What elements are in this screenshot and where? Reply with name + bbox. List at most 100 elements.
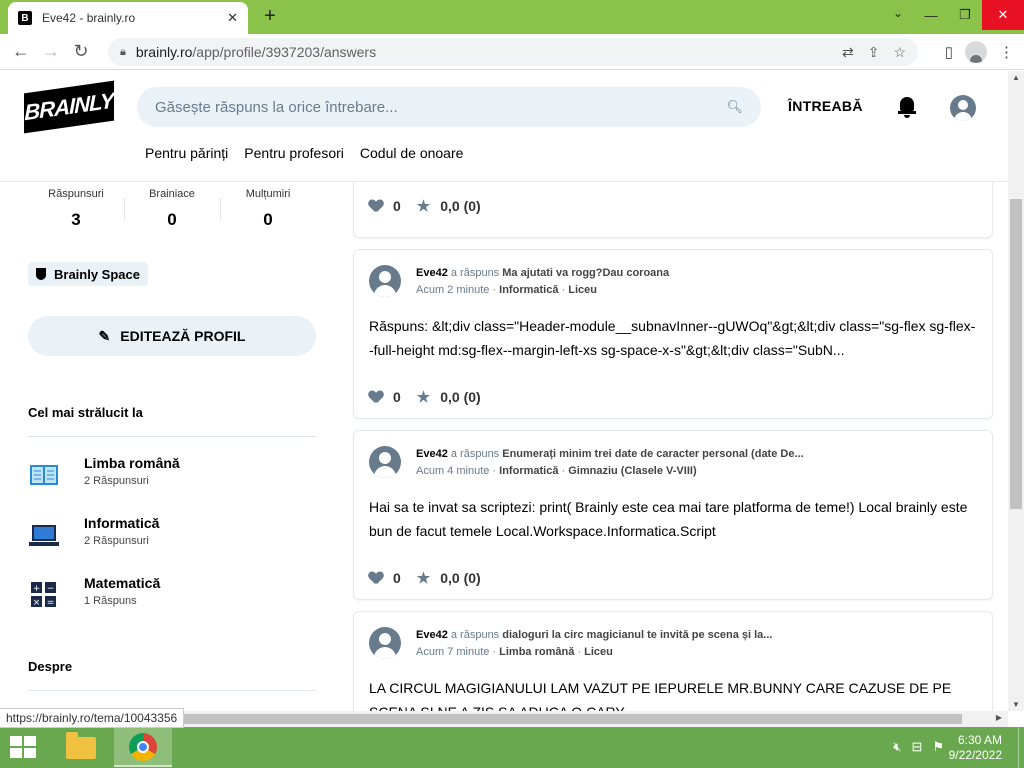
stat-value: 0 bbox=[167, 210, 177, 229]
star-icon[interactable]: ★ bbox=[417, 569, 430, 587]
likes-count: 0 bbox=[393, 198, 401, 214]
bookmark-star-icon[interactable]: ☆ bbox=[893, 44, 906, 61]
search-placeholder: Găsește răspuns la orice întrebare... bbox=[155, 98, 398, 116]
sub-navigation: Pentru părinți Pentru profesori Codul de… bbox=[145, 145, 463, 161]
subject-count: 2 Răspunsuri bbox=[84, 475, 149, 487]
answer-level: Liceu bbox=[568, 284, 597, 296]
stat-value: 0 bbox=[263, 210, 273, 229]
answer-meta: Acum 7 minute · Limba română · Liceu bbox=[416, 646, 613, 658]
subject-name: Informatică bbox=[84, 515, 160, 531]
brainly-logo[interactable]: BRAINLY bbox=[24, 80, 114, 134]
heart-icon[interactable] bbox=[369, 391, 383, 403]
scrollbar-thumb[interactable] bbox=[1010, 199, 1022, 509]
back-icon[interactable]: ← bbox=[6, 37, 36, 67]
address-bar-actions: ⇄ ⇪ ☆ bbox=[842, 38, 906, 66]
answer-subject[interactable]: Informatică bbox=[499, 465, 558, 477]
windows-taskbar: 🔇︎ ⊟ ⚑ 6:30 AM 9/22/2022 bbox=[0, 727, 1024, 768]
file-explorer-taskbar-button[interactable] bbox=[52, 728, 110, 767]
about-title: Despre bbox=[28, 659, 73, 674]
star-icon[interactable]: ★ bbox=[417, 388, 430, 406]
subnav-link-honor-code[interactable]: Codul de onoare bbox=[360, 145, 464, 161]
answer-text[interactable]: Răspuns: &lt;div class="Header-module__s… bbox=[369, 314, 979, 362]
answer-text[interactable]: LA CIRCUL MAGIGIANULUI LAM VAZUT PE IEPU… bbox=[369, 676, 979, 711]
answer-level: Liceu bbox=[584, 646, 613, 658]
heart-icon[interactable] bbox=[369, 572, 383, 584]
side-panel-icon[interactable]: ▯ bbox=[945, 43, 953, 61]
answer-username[interactable]: Eve42 bbox=[416, 267, 448, 279]
question-link[interactable]: Enumerați minim trei date de caracter pe… bbox=[502, 448, 803, 460]
subject-item-informatics[interactable]: Informatică 2 Răspunsuri bbox=[28, 515, 318, 555]
answer-subject[interactable]: Informatică bbox=[499, 284, 558, 296]
translate-icon[interactable]: ⇄ bbox=[842, 44, 854, 61]
tab-search-chevron-icon[interactable]: ⌄ bbox=[886, 6, 910, 26]
link-status-bubble: https://brainly.ro/tema/10043356 bbox=[0, 708, 185, 728]
windows-start-icon[interactable] bbox=[10, 736, 38, 760]
notifications-bell-icon[interactable] bbox=[897, 95, 917, 118]
chrome-icon bbox=[129, 732, 157, 761]
clock-date: 9/22/2022 bbox=[948, 748, 1002, 762]
address-bar[interactable]: 🔒︎ brainly.ro/app/profile/3937203/answer… bbox=[108, 38, 918, 66]
action-center-icon[interactable]: ⚑ bbox=[932, 739, 944, 755]
menu-kebab-icon[interactable]: ⋮ bbox=[999, 43, 1014, 61]
vertical-scrollbar[interactable]: ▲ ▼ bbox=[1008, 71, 1024, 711]
stat-label: Brainiace bbox=[149, 188, 195, 200]
show-desktop-button[interactable] bbox=[1018, 727, 1024, 768]
answer-action: a răspuns bbox=[450, 267, 500, 279]
stat-label: Mulțumiri bbox=[245, 188, 291, 200]
answer-action: a răspuns bbox=[450, 629, 500, 641]
reload-icon[interactable]: ↻ bbox=[66, 37, 96, 67]
search-icon[interactable]: 🔍︎ bbox=[726, 99, 743, 115]
user-avatar[interactable] bbox=[950, 95, 976, 121]
answer-avatar[interactable] bbox=[369, 446, 401, 478]
answer-subject[interactable]: Limba română bbox=[499, 646, 574, 658]
share-icon[interactable]: ⇪ bbox=[868, 44, 880, 61]
scroll-up-icon[interactable]: ▲ bbox=[1012, 73, 1020, 82]
chrome-taskbar-button[interactable] bbox=[114, 728, 172, 767]
forward-icon[interactable]: → bbox=[36, 37, 66, 67]
answer-username[interactable]: Eve42 bbox=[416, 448, 448, 460]
question-link[interactable]: dialoguri la circ magicianul te invită p… bbox=[502, 629, 772, 641]
volume-muted-icon[interactable]: 🔇︎ bbox=[893, 739, 901, 755]
minimize-button[interactable]: — bbox=[914, 0, 948, 30]
profile-stats: Răspunsuri 3 Brainiace 0 Mulțumiri 0 bbox=[28, 188, 316, 230]
taskbar-clock[interactable]: 6:30 AM 9/22/2022 bbox=[949, 733, 1002, 763]
ask-question-button[interactable]: ÎNTREABĂ bbox=[788, 98, 863, 114]
browser-tab[interactable]: B Eve42 - brainly.ro ✕ bbox=[8, 2, 248, 34]
likes-count: 0 bbox=[393, 389, 401, 405]
subnav-link-parents[interactable]: Pentru părinți bbox=[145, 145, 228, 161]
new-tab-button[interactable]: + bbox=[258, 5, 282, 29]
answer-actions: 0 ★ 0,0 (0) bbox=[369, 569, 481, 587]
answers-feed: 0 ★ 0,0 (0) Eve42 a răspuns Ma ajutati v… bbox=[353, 162, 995, 711]
subject-item-romanian[interactable]: Limba română 2 Răspunsuri bbox=[28, 455, 318, 495]
stat-thanks: Mulțumiri 0 bbox=[220, 188, 316, 230]
stat-label: Răspunsuri bbox=[48, 188, 104, 200]
search-input[interactable]: Găsește răspuns la orice întrebare... 🔍︎ bbox=[137, 87, 761, 127]
url-path: /app/profile/3937203/answers bbox=[192, 44, 377, 60]
subnav-link-teachers[interactable]: Pentru profesori bbox=[244, 145, 344, 161]
edit-profile-button[interactable]: ✎ EDITEAZĂ PROFIL bbox=[28, 316, 316, 356]
divider bbox=[28, 690, 316, 691]
brainly-space-badge[interactable]: Brainly Space bbox=[28, 262, 148, 286]
star-icon[interactable]: ★ bbox=[417, 197, 430, 215]
answer-card: Eve42 a răspuns Enumerați minim trei dat… bbox=[353, 430, 993, 600]
answer-avatar[interactable] bbox=[369, 265, 401, 297]
heart-icon[interactable] bbox=[369, 200, 383, 212]
browser-profile-icon[interactable] bbox=[965, 41, 987, 63]
close-tab-icon[interactable]: ✕ bbox=[227, 10, 238, 26]
close-window-button[interactable]: ✕ bbox=[982, 0, 1024, 30]
answer-actions: 0 ★ 0,0 (0) bbox=[369, 388, 481, 406]
answer-text[interactable]: Hai sa te invat sa scriptezi: print( Bra… bbox=[369, 495, 979, 543]
browser-toolbar-right: ▯ ⋮ bbox=[945, 38, 1014, 66]
scroll-down-icon[interactable]: ▼ bbox=[1012, 700, 1020, 709]
question-link[interactable]: Ma ajutati va rogg?Dau coroana bbox=[502, 267, 669, 279]
subject-item-math[interactable]: + − × = Matematică 1 Răspuns bbox=[28, 575, 318, 615]
restore-button[interactable]: ❐ bbox=[948, 0, 982, 30]
network-icon[interactable]: ⊟ bbox=[911, 739, 922, 755]
pencil-icon: ✎ bbox=[98, 327, 111, 344]
lock-icon: 🔒︎ bbox=[120, 45, 126, 58]
scroll-right-icon[interactable]: ▶ bbox=[996, 713, 1002, 722]
answer-username[interactable]: Eve42 bbox=[416, 629, 448, 641]
answer-avatar[interactable] bbox=[369, 627, 401, 659]
svg-text:×: × bbox=[33, 598, 41, 608]
rating-value: 0,0 (0) bbox=[440, 198, 481, 214]
